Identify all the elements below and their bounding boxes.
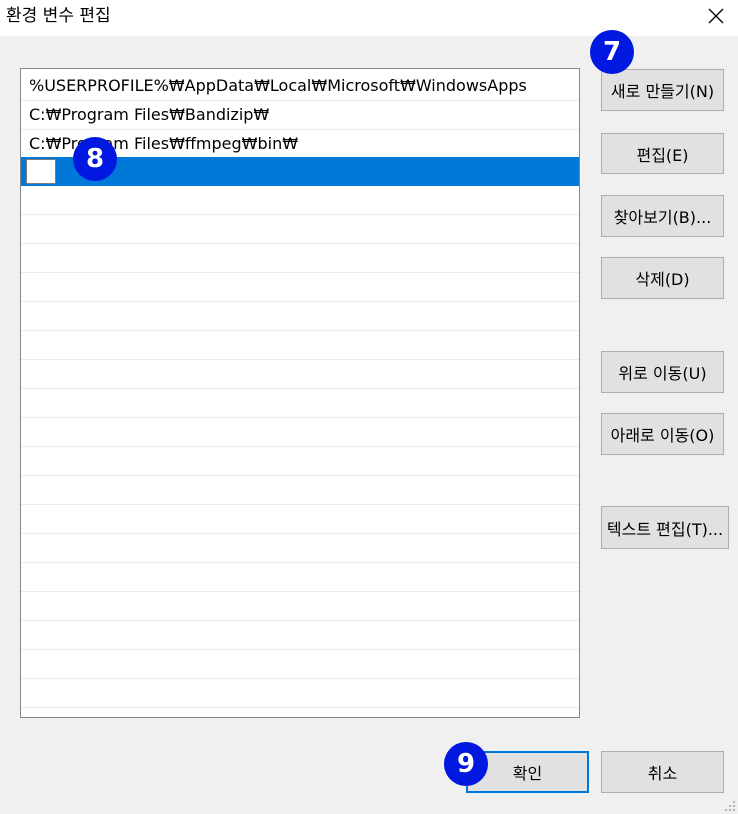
close-button[interactable] [694,0,738,32]
resize-grip-icon[interactable] [724,800,736,812]
list-item[interactable]: C:₩Program Files₩Bandizip₩ [21,101,579,130]
list-item-empty [21,331,579,360]
list-item-empty [21,447,579,476]
close-icon [708,8,724,24]
list-item-empty [21,679,579,708]
new-button[interactable]: 새로 만들기(N) [601,69,724,111]
list-item-empty [21,273,579,302]
list-item-empty [21,621,579,650]
cancel-button[interactable]: 취소 [601,751,724,793]
inline-edit-field[interactable] [26,159,56,184]
list-item[interactable]: %USERPROFILE%₩AppData₩Local₩Microsoft₩Wi… [21,72,579,101]
list-item-empty [21,244,579,273]
list-item-empty [21,563,579,592]
list-item-empty [21,418,579,447]
title-bar: 환경 변수 편집 [0,0,738,36]
list-item-empty [21,389,579,418]
move-down-button[interactable]: 아래로 이동(O) [601,413,724,455]
move-up-button[interactable]: 위로 이동(U) [601,351,724,393]
list-item-empty [21,505,579,534]
window-title: 환경 변수 편집 [6,6,111,26]
step-marker-9: 9 [444,742,488,786]
list-item-empty [21,186,579,215]
list-item-empty [21,650,579,679]
browse-button[interactable]: 찾아보기(B)... [601,195,724,237]
list-item-empty [21,215,579,244]
delete-button[interactable]: 삭제(D) [601,257,724,299]
step-marker-8: 8 [73,137,117,181]
edit-button[interactable]: 편집(E) [601,133,724,174]
list-item-empty [21,592,579,621]
edit-text-button[interactable]: 텍스트 편집(T)... [601,506,729,549]
list-item-empty [21,360,579,389]
list-item-empty [21,534,579,563]
list-item-empty [21,476,579,505]
step-marker-7: 7 [590,30,634,74]
list-item-empty [21,302,579,331]
